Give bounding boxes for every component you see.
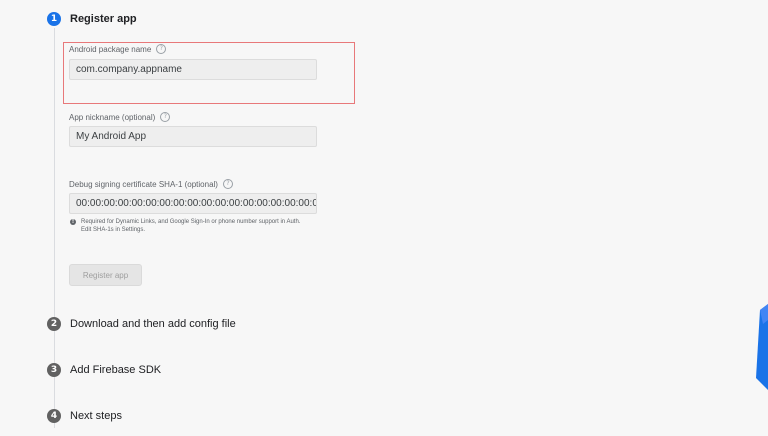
step-4-indicator: 4 <box>47 409 61 423</box>
step-download-config[interactable]: 2 Download and then add config file <box>47 316 236 332</box>
note-line-2: Edit SHA-1s in Settings. <box>81 227 146 233</box>
step-add-sdk[interactable]: 3 Add Firebase SDK <box>47 362 161 378</box>
step-3-title: Add Firebase SDK <box>70 364 162 376</box>
help-icon[interactable]: ? <box>222 179 233 189</box>
register-app-button[interactable]: Register app <box>69 264 142 286</box>
nickname-label: App nickname (optional) <box>69 112 156 122</box>
sha1-note: ! Required for Dynamic Links, and Google… <box>70 218 370 234</box>
info-icon: ! <box>70 219 76 225</box>
step-next-steps[interactable]: 4 Next steps <box>47 408 122 424</box>
sha1-label-row: Debug signing certificate SHA-1 (optiona… <box>69 179 233 189</box>
help-icon[interactable]: ? <box>160 112 171 122</box>
step-2-indicator: 2 <box>47 317 61 331</box>
note-line-1: Required for Dynamic Links, and Google S… <box>81 219 301 225</box>
decorative-illustration <box>756 304 768 390</box>
sha1-note-text: Required for Dynamic Links, and Google S… <box>81 218 300 234</box>
highlight-box <box>63 42 355 104</box>
step-1-title: Register app <box>70 13 137 25</box>
sha1-label: Debug signing certificate SHA-1 (optiona… <box>69 179 218 189</box>
step-3-indicator: 3 <box>47 363 61 377</box>
nickname-input[interactable] <box>69 126 317 147</box>
step-1-indicator: 1 <box>47 12 61 26</box>
step-register-app[interactable]: 1 Register app <box>47 11 137 27</box>
nickname-label-row: App nickname (optional) ? <box>69 112 171 122</box>
step-2-title: Download and then add config file <box>70 318 236 330</box>
step-4-title: Next steps <box>70 410 122 422</box>
sha1-input[interactable] <box>69 193 317 214</box>
